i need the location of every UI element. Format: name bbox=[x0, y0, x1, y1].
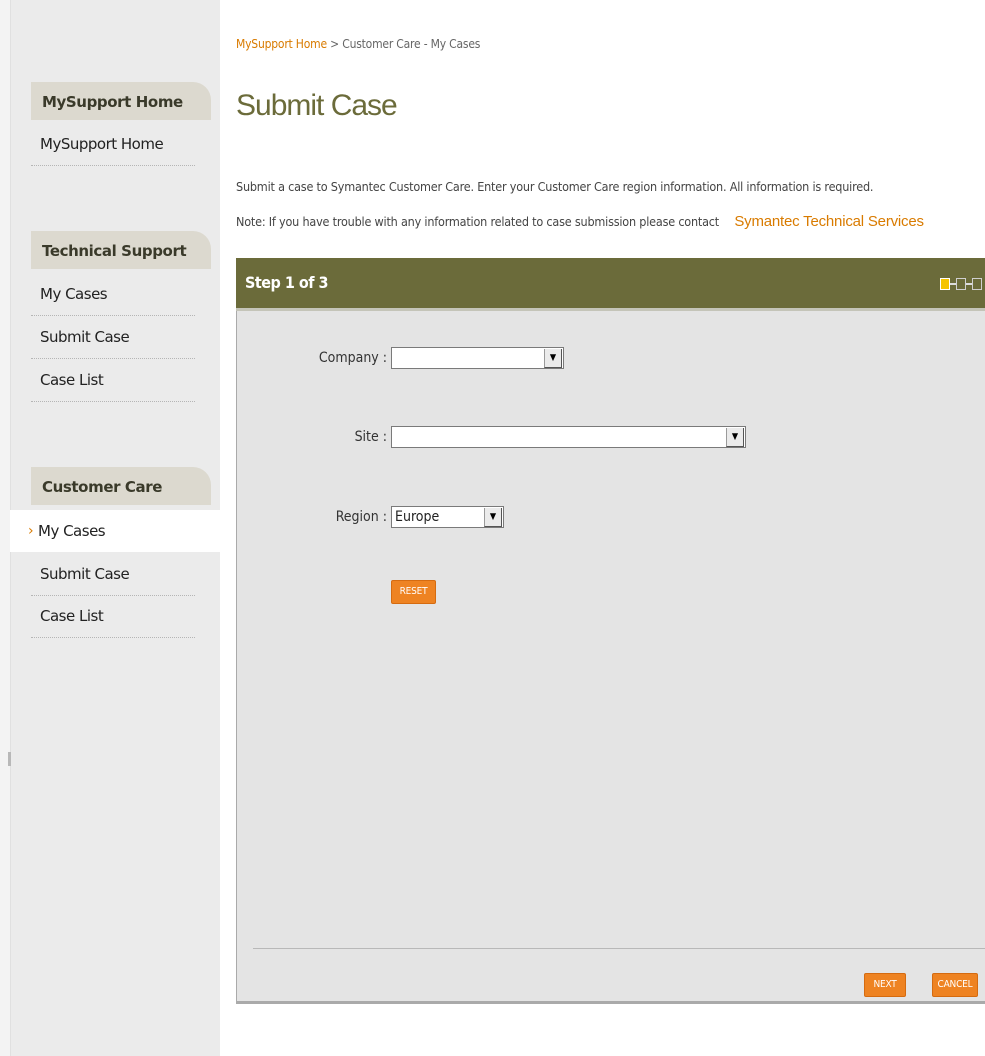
next-button[interactable]: NEXT bbox=[864, 973, 906, 997]
region-value: Europe bbox=[395, 509, 440, 525]
sidebar-item-care-submit-case[interactable]: Submit Case bbox=[31, 553, 195, 596]
sidebar-item-label: My Cases bbox=[38, 522, 106, 540]
sidebar-item-tech-my-cases[interactable]: My Cases bbox=[31, 273, 195, 316]
sidebar-section-technical-support: Technical Support bbox=[31, 231, 211, 269]
note-text: Note: If you have trouble with any infor… bbox=[236, 213, 924, 230]
step-3-marker bbox=[972, 278, 982, 290]
cancel-button[interactable]: CANCEL bbox=[932, 973, 978, 997]
breadcrumb-separator: > bbox=[330, 37, 339, 51]
breadcrumb-home-link[interactable]: MySupport Home bbox=[236, 37, 327, 51]
page-title: Submit Case bbox=[236, 89, 398, 122]
note-body: Note: If you have trouble with any infor… bbox=[236, 214, 719, 229]
active-arrow-icon: › bbox=[28, 523, 34, 539]
region-select[interactable]: Europe ▼ bbox=[391, 506, 504, 528]
step-title: Step 1 of 3 bbox=[245, 273, 329, 292]
technical-services-link[interactable]: Symantec Technical Services bbox=[734, 213, 924, 230]
sidebar-item-mysupport-home[interactable]: MySupport Home bbox=[31, 123, 195, 166]
sidebar-item-care-my-cases[interactable]: › My Cases bbox=[10, 510, 220, 552]
sidebar-section-mysupport-home: MySupport Home bbox=[31, 82, 211, 120]
region-label: Region : bbox=[335, 509, 387, 525]
chevron-down-icon[interactable]: ▼ bbox=[726, 428, 744, 447]
sidebar-item-tech-submit-case[interactable]: Submit Case bbox=[31, 316, 195, 359]
step-panel-header: Step 1 of 3 bbox=[236, 258, 985, 311]
sidebar: MySupport Home MySupport Home Technical … bbox=[0, 0, 220, 1056]
step-2-marker bbox=[956, 278, 966, 290]
sidebar-item-tech-case-list[interactable]: Case List bbox=[31, 359, 195, 402]
step-1-marker bbox=[940, 278, 950, 290]
site-label: Site : bbox=[354, 429, 387, 445]
step-form: Company : ▼ Site : ▼ Region : Europe ▼ R… bbox=[236, 311, 985, 1004]
sidebar-item-care-case-list[interactable]: Case List bbox=[31, 595, 195, 638]
breadcrumb: MySupport Home > Customer Care - My Case… bbox=[236, 37, 480, 51]
company-select[interactable]: ▼ bbox=[391, 347, 564, 369]
breadcrumb-current: Customer Care - My Cases bbox=[342, 37, 481, 51]
company-label: Company : bbox=[318, 350, 387, 366]
collapse-handle[interactable] bbox=[8, 752, 11, 766]
actions-divider bbox=[253, 948, 985, 949]
chevron-down-icon[interactable]: ▼ bbox=[544, 349, 562, 368]
chevron-down-icon[interactable]: ▼ bbox=[484, 508, 502, 527]
sidebar-section-customer-care: Customer Care bbox=[31, 467, 211, 505]
intro-text: Submit a case to Symantec Customer Care.… bbox=[236, 179, 874, 194]
step-panel: Step 1 of 3 Company : ▼ Site : ▼ Region … bbox=[236, 258, 985, 1010]
site-select[interactable]: ▼ bbox=[391, 426, 746, 448]
reset-button[interactable]: RESET bbox=[391, 580, 436, 604]
